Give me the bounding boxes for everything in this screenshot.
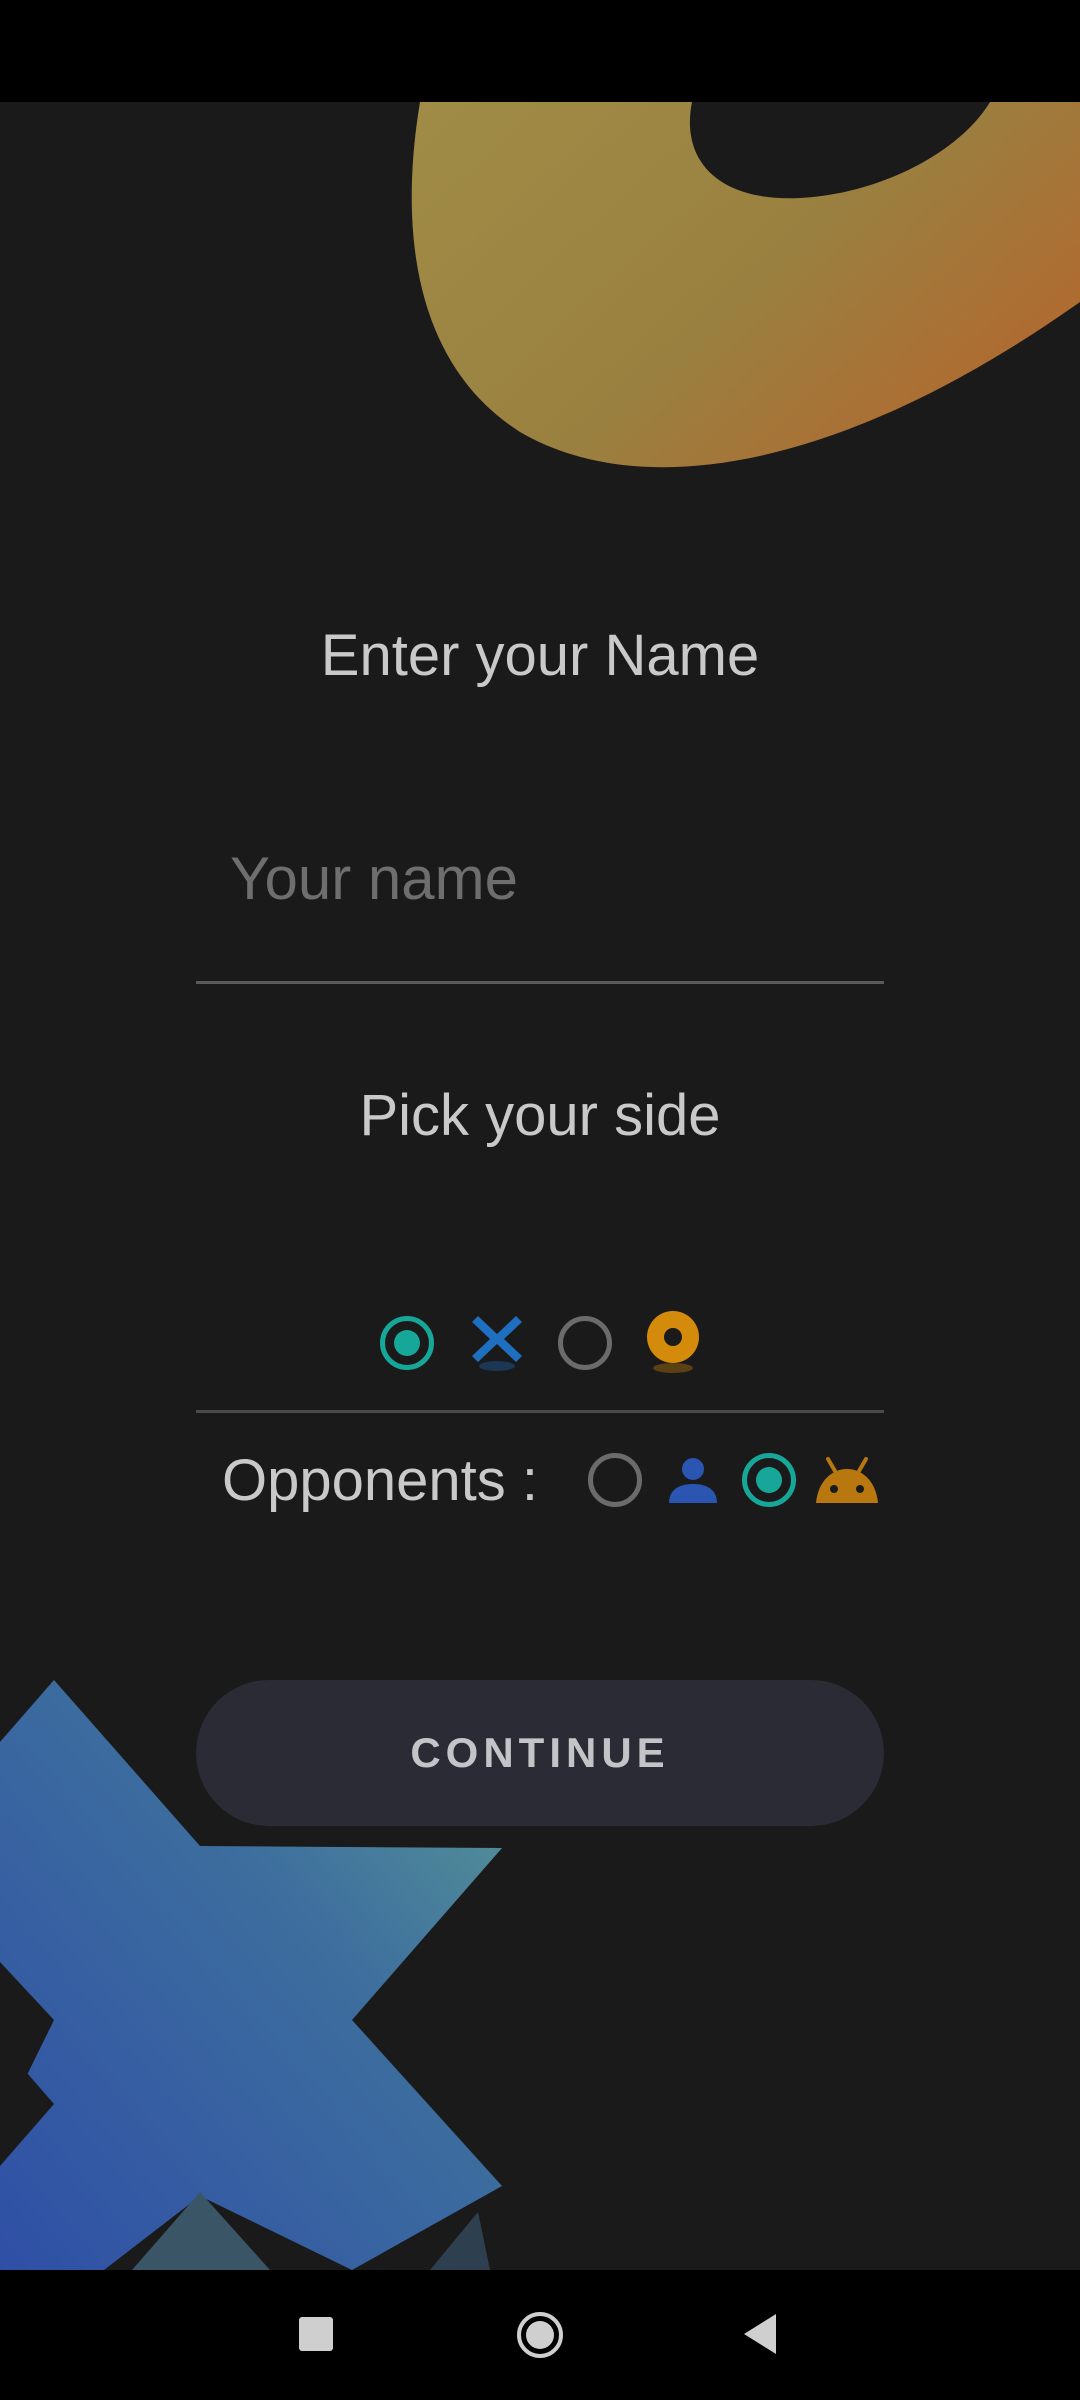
- square-recents-icon[interactable]: [296, 2314, 336, 2354]
- human-opponent-radio[interactable]: [588, 1453, 642, 1507]
- name-field[interactable]: [196, 792, 884, 984]
- android-icon: [816, 1457, 878, 1503]
- person-icon: [669, 1458, 717, 1503]
- page-title: Enter your Name: [320, 623, 760, 688]
- pick-side-label: Pick your side: [359, 1083, 721, 1148]
- x-mark-icon: [472, 1316, 522, 1371]
- status-bar: [0, 0, 1080, 102]
- circle-home-icon[interactable]: [515, 2310, 565, 2360]
- opponents-label: Opponents :: [222, 1448, 538, 1513]
- triangle-back-icon[interactable]: [740, 2312, 780, 2356]
- app-screen: Enter your Name Pick your side Opponents…: [0, 102, 1080, 2270]
- android-opponent-radio[interactable]: [742, 1453, 796, 1507]
- continue-button[interactable]: CONTINUE: [196, 1680, 884, 1826]
- system-nav-bar: [0, 2270, 1080, 2400]
- cross-side-radio[interactable]: [380, 1316, 434, 1370]
- opponent-picker: [584, 1449, 884, 1519]
- section-divider: [196, 1410, 884, 1413]
- name-input[interactable]: [228, 832, 852, 924]
- ring-decoration-shape: [411, 102, 1080, 468]
- decorative-background: [0, 102, 1080, 2270]
- side-picker: [370, 1308, 710, 1378]
- circle-side-radio[interactable]: [558, 1316, 612, 1370]
- o-ring-icon: [647, 1311, 699, 1373]
